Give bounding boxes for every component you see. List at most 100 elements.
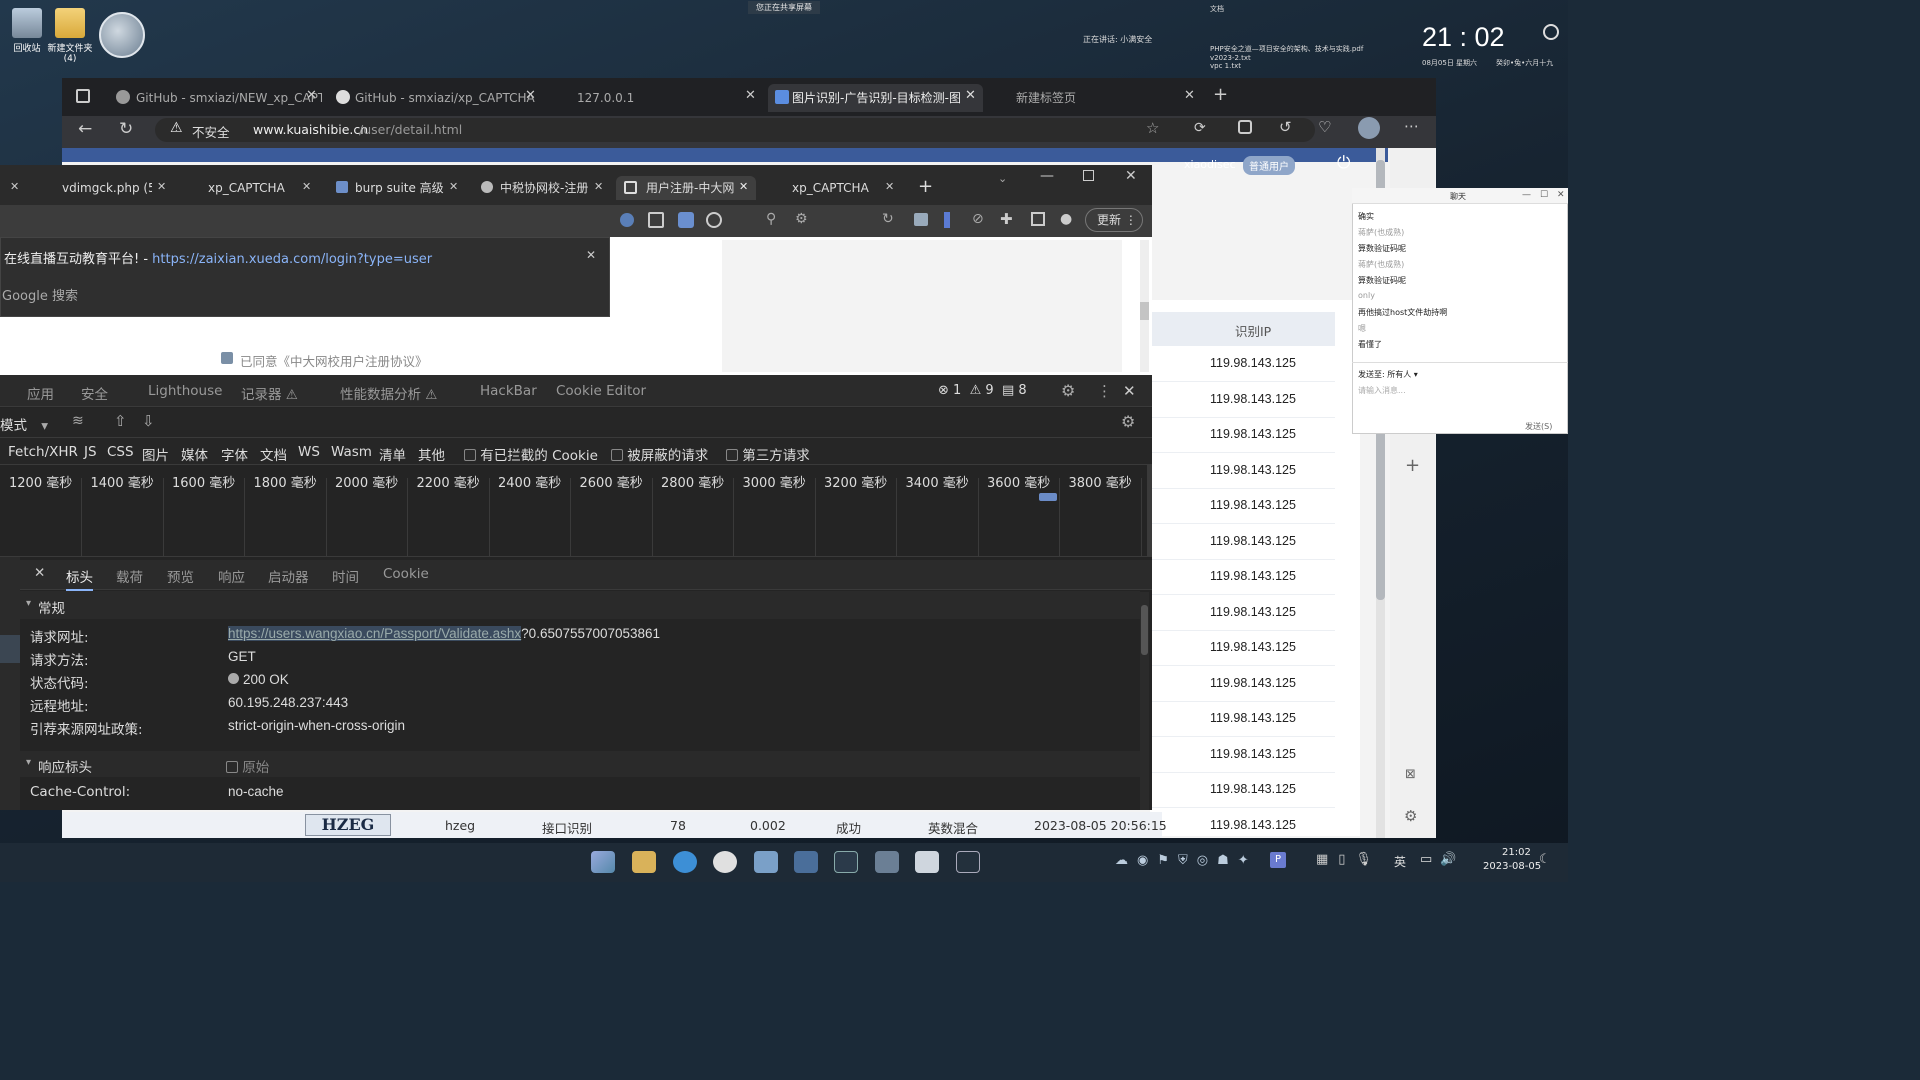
location-pin-icon[interactable]: ⚲: [766, 211, 776, 227]
profile-avatar[interactable]: [1358, 117, 1380, 139]
devtools-tab-application[interactable]: 应用: [27, 383, 54, 403]
edge-icon[interactable]: [673, 851, 697, 873]
general-value[interactable]: https://users.wangxiao.cn/Passport/Valid…: [228, 626, 660, 641]
close-icon[interactable]: ✕: [449, 180, 458, 193]
general-section-header[interactable]: [20, 591, 1140, 619]
notification-icon[interactable]: ☾: [1539, 852, 1551, 867]
omnibox-google-search[interactable]: Google 搜索: [2, 285, 78, 304]
power-icon[interactable]: ⏻: [1337, 153, 1350, 173]
extension-icon[interactable]: [706, 212, 722, 228]
extension-icon[interactable]: [944, 212, 950, 228]
close-icon[interactable]: ✕: [10, 180, 19, 193]
chrome-tab-xp-captcha-2[interactable]: xp_CAPTCHA: [770, 176, 882, 200]
filter-5[interactable]: 字体: [221, 444, 248, 464]
response-headers-section[interactable]: [20, 751, 1140, 777]
app-icon[interactable]: [875, 851, 899, 873]
filter-blocked-requests[interactable]: 被屏蔽的请求: [611, 444, 708, 464]
close-icon[interactable]: ✕: [745, 88, 756, 103]
tab-preview[interactable]: 预览: [167, 566, 194, 586]
more-menu-icon[interactable]: ⋮: [1097, 382, 1112, 400]
user-avatar[interactable]: [99, 12, 145, 58]
tab-initiator[interactable]: 启动器: [268, 566, 309, 586]
filter-4[interactable]: 媒体: [181, 444, 208, 464]
new-tab-plus-icon[interactable]: +: [918, 176, 933, 197]
devtools-close-icon[interactable]: ✕: [1123, 382, 1136, 400]
close-icon[interactable]: ✕: [525, 88, 536, 103]
devtools-tab-lighthouse[interactable]: Lighthouse: [148, 383, 222, 399]
network-settings-icon[interactable]: ⚙: [1121, 412, 1135, 431]
notif-item[interactable]: PHP安全之道—项目安全的架构、技术与实践.pdf: [1210, 44, 1410, 54]
brightness-icon[interactable]: [1543, 24, 1559, 40]
filter-third-party[interactable]: 第三方请求: [726, 444, 810, 464]
filter-10[interactable]: 其他: [418, 444, 445, 464]
tray-icons[interactable]: ☁◉⚑⛨◎☗✦: [1115, 853, 1258, 868]
more-menu-icon[interactable]: ⋯: [1404, 117, 1419, 135]
request-list-collapsed[interactable]: [0, 557, 20, 810]
notif-item[interactable]: v2023-2.txt: [1210, 54, 1410, 62]
raw-toggle[interactable]: 原始: [226, 756, 269, 776]
export-har-icon[interactable]: ⇩: [142, 412, 155, 430]
extension-icon[interactable]: ⊘: [972, 211, 984, 227]
devtools-tab-security[interactable]: 安全: [81, 383, 108, 403]
filter-3[interactable]: 图片: [142, 444, 169, 464]
chrome-icon[interactable]: [713, 851, 737, 873]
network-volume-icons[interactable]: ▭🔊: [1420, 852, 1464, 867]
username[interactable]: xiaodisec: [1184, 158, 1236, 171]
health-icon[interactable]: ♡: [1318, 118, 1331, 136]
tray-system-icons[interactable]: ▦▯🎙: [1316, 852, 1382, 867]
filter-blocked-cookies[interactable]: 有已拦截的 Cookie: [464, 444, 598, 464]
new-folder-icon[interactable]: 新建文件夹 (4): [44, 8, 96, 64]
edge-tab-newtab[interactable]: 新建标签页: [992, 84, 1192, 112]
filter-7[interactable]: WS: [298, 444, 320, 460]
taskbar-date[interactable]: 2023-08-05: [1483, 861, 1541, 872]
file-explorer-icon[interactable]: [632, 851, 656, 873]
taskbar-time[interactable]: 21:02: [1502, 847, 1531, 858]
tab-payload[interactable]: 载荷: [116, 566, 143, 586]
tab-headers[interactable]: 标头: [66, 566, 93, 591]
chat-send-button[interactable]: 发送(S): [1525, 421, 1552, 432]
selected-url-text[interactable]: https://users.wangxiao.cn/Passport/Valid…: [228, 626, 522, 641]
chat-input[interactable]: 请输入消息...: [1358, 385, 1406, 396]
devtools-tab-recorder[interactable]: 记录器 ⚠: [241, 383, 298, 403]
scrollbar-thumb[interactable]: [1140, 302, 1149, 320]
close-icon[interactable]: ✕: [1184, 88, 1195, 103]
filter-8[interactable]: Wasm: [331, 444, 372, 460]
general-value[interactable]: 200 OK: [228, 672, 289, 687]
proxy-switch-icon[interactable]: ↻: [882, 211, 894, 227]
new-tab-plus-icon[interactable]: +: [1213, 84, 1228, 105]
extension-icon[interactable]: [914, 213, 928, 226]
extension-icon[interactable]: [620, 213, 634, 227]
general-value[interactable]: GET: [228, 649, 256, 664]
profile-icon[interactable]: ●: [1060, 211, 1072, 227]
filter-9[interactable]: 清单: [379, 444, 406, 464]
collections-icon[interactable]: [1238, 120, 1252, 134]
minimize-icon[interactable]: —: [1040, 168, 1054, 184]
puzzle-extensions-icon[interactable]: ✚: [1000, 210, 1013, 228]
maximize-icon[interactable]: [1083, 170, 1094, 181]
agree-checkbox[interactable]: [221, 352, 233, 368]
close-icon[interactable]: ✕: [1557, 190, 1565, 200]
close-icon[interactable]: ✕: [306, 88, 317, 103]
chrome-tab-vdimgck[interactable]: vdimgck.php (5(: [40, 176, 152, 200]
extensions-icon[interactable]: ⟳: [1194, 120, 1206, 136]
close-icon[interactable]: ✕: [586, 248, 596, 262]
edge-tab-localhost[interactable]: 127.0.0.1: [553, 84, 763, 112]
general-value[interactable]: strict-origin-when-cross-origin: [228, 718, 405, 733]
import-har-icon[interactable]: ⇧: [114, 412, 127, 430]
notif-item[interactable]: vpc 1.txt: [1210, 62, 1410, 70]
tab-search-icon[interactable]: ⌄: [998, 172, 1007, 185]
agree-text[interactable]: 已同意《中大网校用户注册协议》: [240, 351, 428, 370]
terminal-icon[interactable]: [834, 851, 858, 873]
sidebar-settings-icon[interactable]: ⚙: [1404, 807, 1417, 825]
chrome-tab-xp-captcha[interactable]: xp_CAPTCHA: [186, 176, 301, 200]
omnibox-suggestion[interactable]: 在线直播互动教育平台! - https://zaixian.xueda.com/…: [4, 248, 432, 267]
tab-response[interactable]: 响应: [218, 566, 245, 586]
app-icon[interactable]: [915, 851, 939, 873]
maximize-icon[interactable]: ☐: [1540, 190, 1548, 200]
filter-0[interactable]: Fetch/XHR: [8, 444, 78, 460]
close-icon[interactable]: ✕: [885, 180, 894, 193]
edge-tab-github-1[interactable]: GitHub - smxiazi/NEW_xp_CAPT: [112, 84, 322, 112]
extension-icon[interactable]: [678, 212, 694, 228]
devtools-tab-hackbar[interactable]: HackBar: [480, 383, 537, 399]
sidebar-close-icon[interactable]: ⊠: [1405, 767, 1416, 782]
